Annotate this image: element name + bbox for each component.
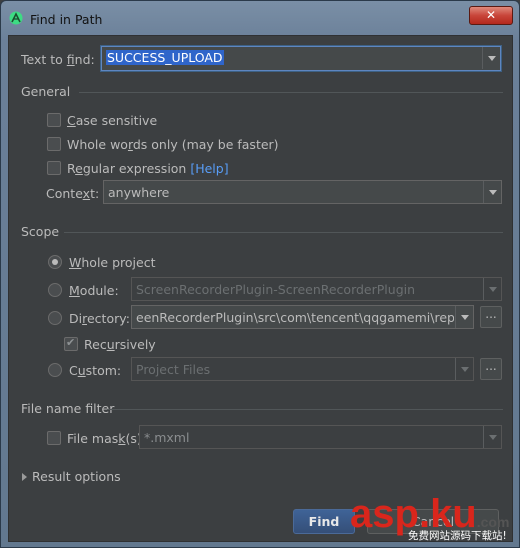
- mnemonic-char: u: [106, 337, 115, 352]
- context-value: anywhere: [108, 185, 170, 200]
- history-dropdown-arrow[interactable]: [482, 47, 500, 69]
- label-part: gular expression: [82, 161, 187, 176]
- mnemonic-char: M: [69, 283, 80, 298]
- directory-value: eenRecorderPlugin\src\com\tencent\qqgame…: [136, 310, 454, 325]
- close-button[interactable]: ✕: [469, 6, 513, 25]
- module-value: ScreenRecorderPlugin-ScreenRecorderPlugi…: [136, 282, 416, 297]
- window-title: Find in Path: [30, 12, 103, 27]
- recursively-label[interactable]: Recursively: [84, 337, 156, 352]
- label-part: C: [69, 363, 78, 378]
- case-sensitive-checkbox[interactable]: [47, 113, 61, 127]
- custom-scope-select[interactable]: Project Files: [131, 357, 474, 381]
- mnemonic-char: u: [77, 363, 86, 378]
- find-button[interactable]: Find: [293, 509, 355, 534]
- module-select[interactable]: ScreenRecorderPlugin-ScreenRecorderPlugi…: [131, 277, 502, 301]
- close-icon: ✕: [485, 8, 497, 22]
- label-part: Conte: [46, 186, 83, 201]
- chevron-down-icon[interactable]: [455, 358, 473, 380]
- title-bar[interactable]: Find in Path ✕: [1, 1, 520, 35]
- label-part: ase sensitive: [75, 113, 158, 128]
- whole-words-label[interactable]: Whole words only (may be faster): [67, 137, 279, 152]
- regex-label[interactable]: Regular expression [Help]: [67, 161, 229, 176]
- file-mask-value: *.mxml: [144, 430, 190, 445]
- mnemonic-char: W: [69, 255, 82, 270]
- result-options-toggle[interactable]: Result options: [32, 469, 121, 484]
- general-section-title: General: [21, 84, 71, 99]
- directory-input[interactable]: eenRecorderPlugin\src\com\tencent\qqgame…: [131, 305, 474, 329]
- file-mask-checkbox[interactable]: [47, 431, 61, 445]
- label-part: Whole wo: [67, 137, 128, 152]
- search-value: SUCCESS_UPLOAD: [106, 50, 224, 65]
- regex-help-link[interactable]: [Help]: [190, 161, 228, 176]
- label-part: Di: [69, 311, 83, 326]
- watermark-subtitle: 免费网站源码下载站!: [408, 530, 507, 542]
- site-watermark: asp.ku.com 免费网站源码下载站!: [350, 494, 520, 548]
- label-part: ectory:: [86, 311, 130, 326]
- file-filter-separator: [107, 409, 503, 410]
- label-part: Text to: [21, 52, 67, 67]
- label-part: odule:: [79, 283, 119, 298]
- label-part: File mas: [67, 431, 119, 446]
- expand-triangle-icon[interactable]: [22, 473, 27, 481]
- directory-radio[interactable]: [48, 311, 62, 325]
- case-sensitive-label[interactable]: Case sensitive: [67, 113, 157, 128]
- label-part: ind:: [74, 52, 95, 67]
- window-frame: Find in Path ✕ Text to find: SUCCESS_UPL…: [0, 0, 520, 548]
- file-filter-section-title: File name filter: [21, 401, 115, 416]
- mnemonic-char: e: [75, 161, 83, 176]
- dialog-body: Text to find: SUCCESS_UPLOAD General Cas…: [8, 35, 513, 542]
- mnemonic-char: C: [67, 113, 76, 128]
- directory-browse-button[interactable]: ...: [480, 306, 502, 328]
- file-mask-select[interactable]: *.mxml: [139, 425, 502, 449]
- directory-label[interactable]: Directory:: [69, 311, 130, 326]
- label-part: Rec: [84, 337, 107, 352]
- label-part: hole project: [81, 255, 156, 270]
- custom-scope-value: Project Files: [136, 362, 211, 377]
- chevron-down-icon[interactable]: [455, 306, 473, 328]
- label-part: stom:: [85, 363, 122, 378]
- label-part: R: [67, 161, 76, 176]
- custom-label[interactable]: Custom:: [69, 363, 121, 378]
- regex-checkbox[interactable]: [47, 161, 61, 175]
- scope-separator: [64, 232, 503, 233]
- context-select[interactable]: anywhere: [103, 180, 502, 204]
- text-to-find-input[interactable]: SUCCESS_UPLOAD: [101, 46, 501, 71]
- chevron-down-icon[interactable]: [483, 278, 501, 300]
- text-to-find-label: Text to find:: [21, 52, 95, 67]
- mnemonic-char: x: [82, 186, 91, 201]
- module-radio[interactable]: [48, 283, 62, 297]
- android-studio-icon: [9, 11, 23, 25]
- label-part: rsively: [114, 337, 156, 352]
- module-label[interactable]: Module:: [69, 283, 119, 298]
- label-part: t:: [90, 186, 100, 201]
- mnemonic-char: k: [118, 431, 126, 446]
- whole-project-radio[interactable]: [48, 255, 62, 269]
- custom-scope-browse-button[interactable]: ...: [480, 358, 502, 380]
- chevron-down-icon[interactable]: [483, 426, 501, 448]
- whole-project-label[interactable]: Whole project: [69, 255, 155, 270]
- general-separator: [79, 92, 503, 93]
- whole-words-checkbox[interactable]: [47, 137, 61, 151]
- recursively-checkbox[interactable]: [64, 336, 78, 351]
- label-part: ds only (may be faster): [132, 137, 279, 152]
- mnemonic-char: f: [66, 52, 75, 67]
- scope-section-title: Scope: [21, 224, 60, 239]
- selected-search-text: SUCCESS_UPLOAD: [106, 50, 224, 65]
- file-mask-label[interactable]: File mask(s): [67, 431, 142, 446]
- custom-radio[interactable]: [48, 363, 62, 377]
- chevron-down-icon[interactable]: [483, 181, 501, 203]
- context-label: Context:: [46, 186, 99, 201]
